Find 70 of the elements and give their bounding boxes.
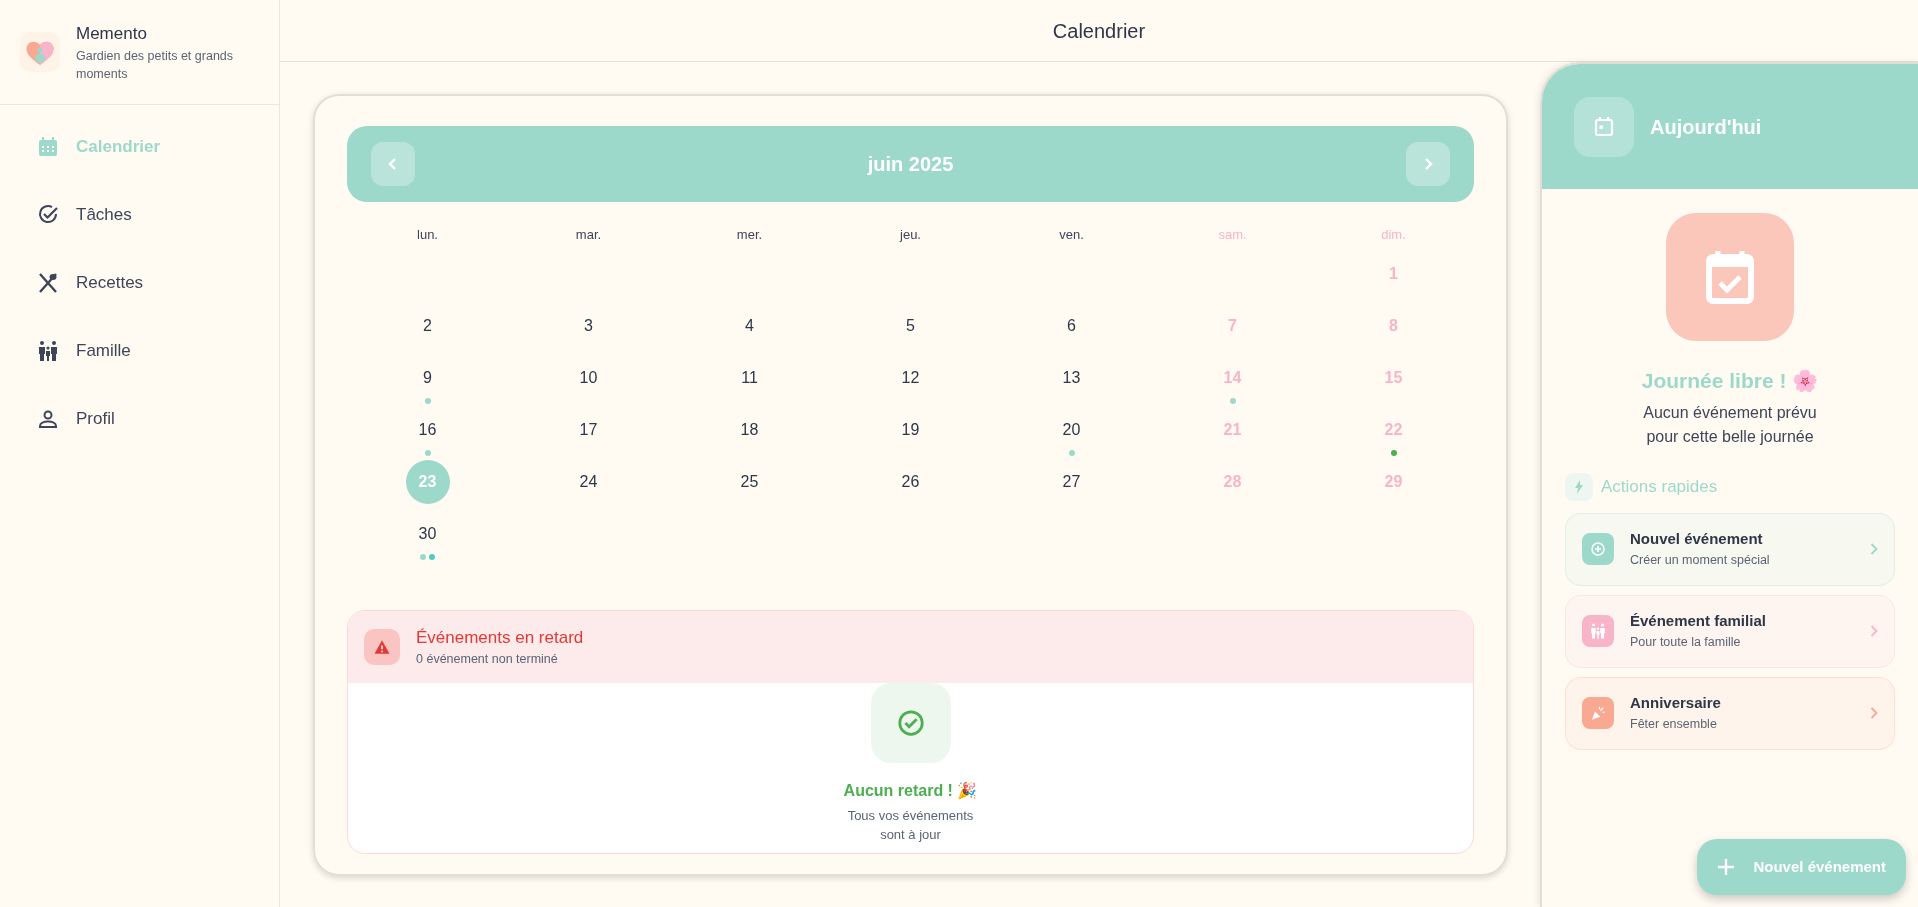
action-subtitle: Fêter ensemble: [1630, 715, 1718, 733]
check-circle-icon: [895, 708, 926, 738]
overdue-count: 0 événement non terminé: [416, 651, 559, 669]
action-subtitle: Pour toute la famille: [1630, 633, 1742, 651]
free-day-message: Aucun événement prévu pour cette belle journée: [1642, 402, 1818, 447]
free-day-title: Journée libre ! 🌸: [1640, 368, 1820, 394]
next-month-button[interactable]: [1406, 142, 1450, 186]
heart-logo: [20, 32, 60, 72]
party-popper-icon: [1589, 704, 1607, 722]
calendar-day[interactable]: 9: [405, 356, 450, 400]
calendar-day[interactable]: 6: [1049, 304, 1094, 348]
weekday-label: mar.: [575, 225, 602, 244]
app-tagline: Gardien des petits et grands moments: [76, 47, 235, 83]
quick-action[interactable]: Nouvel événement Créer un moment spécial: [1565, 512, 1895, 586]
quick-action[interactable]: Anniversaire Fêter ensemble: [1565, 676, 1895, 750]
calendar-day[interactable]: 5: [888, 304, 933, 348]
weekday-label: lun.: [417, 225, 438, 244]
calendar-check-icon: [1704, 249, 1756, 305]
plus-icon: [1717, 858, 1736, 876]
action-title: Événement familial: [1630, 611, 1767, 632]
calendar-day[interactable]: 4: [727, 304, 772, 348]
family-icon: [1589, 622, 1607, 640]
plus-circle-icon: [1589, 540, 1607, 558]
calendar-day[interactable]: 12: [888, 356, 933, 400]
sidebar-item[interactable]: Profil: [0, 385, 279, 453]
sidebar-item[interactable]: Famille: [0, 317, 279, 385]
calendar-day[interactable]: 17: [566, 408, 611, 452]
empty-title: Aucun retard ! 🎉: [843, 781, 978, 802]
calendar-day[interactable]: 3: [566, 304, 611, 348]
lightning-icon: [1573, 479, 1585, 494]
calendar-icon: [1592, 114, 1616, 139]
calendar-icon: [36, 135, 60, 159]
quick-action[interactable]: Événement familial Pour toute la famille: [1565, 594, 1895, 668]
weekday-label: dim.: [1381, 225, 1406, 244]
calendar-day[interactable]: 26: [888, 460, 933, 504]
warning-icon: [373, 638, 391, 656]
empty-message: Tous vos événements sont à jour: [846, 807, 975, 844]
calendar-day[interactable]: 24: [566, 460, 611, 504]
calendar-day[interactable]: 19: [888, 408, 933, 452]
action-title: Anniversaire: [1630, 693, 1722, 714]
chevron-right-icon: [1870, 707, 1878, 719]
calendar-day[interactable]: 30: [405, 512, 450, 556]
calendar-day[interactable]: 27: [1049, 460, 1094, 504]
weekday-label: ven.: [1059, 225, 1084, 244]
month-title: juin 2025: [867, 152, 954, 177]
calendar-day[interactable]: 10: [566, 356, 611, 400]
overdue-title: Événements en retard: [416, 626, 584, 649]
action-subtitle: Créer un moment spécial: [1630, 551, 1771, 569]
calendar-day[interactable]: 16: [405, 408, 450, 452]
utensils-icon: [36, 271, 60, 295]
weekday-label: mer.: [736, 225, 763, 244]
calendar-day[interactable]: 18: [727, 408, 772, 452]
family-icon: [36, 339, 60, 363]
chevron-right-icon: [1870, 543, 1878, 555]
calendar-day[interactable]: 11: [727, 356, 772, 400]
weekday-label: sam.: [1218, 225, 1247, 244]
sidebar-item[interactable]: Recettes: [0, 249, 279, 317]
calendar-day[interactable]: 13: [1049, 356, 1094, 400]
action-title: Nouvel événement: [1630, 529, 1764, 550]
calendar-day[interactable]: 20: [1049, 408, 1094, 452]
chevron-right-icon: [1870, 625, 1878, 637]
calendar-day[interactable]: 2: [405, 304, 450, 348]
sidebar-item[interactable]: Tâches: [0, 181, 279, 249]
weekday-label: jeu.: [900, 225, 921, 244]
today-title: Aujourd'hui: [1650, 114, 1762, 140]
app-name: Memento: [76, 23, 148, 46]
section-title: Actions rapides: [1601, 475, 1718, 498]
previous-month-button[interactable]: [371, 142, 415, 186]
calendar-day[interactable]: 25: [727, 460, 772, 504]
page-title: Calendrier: [1052, 18, 1146, 43]
